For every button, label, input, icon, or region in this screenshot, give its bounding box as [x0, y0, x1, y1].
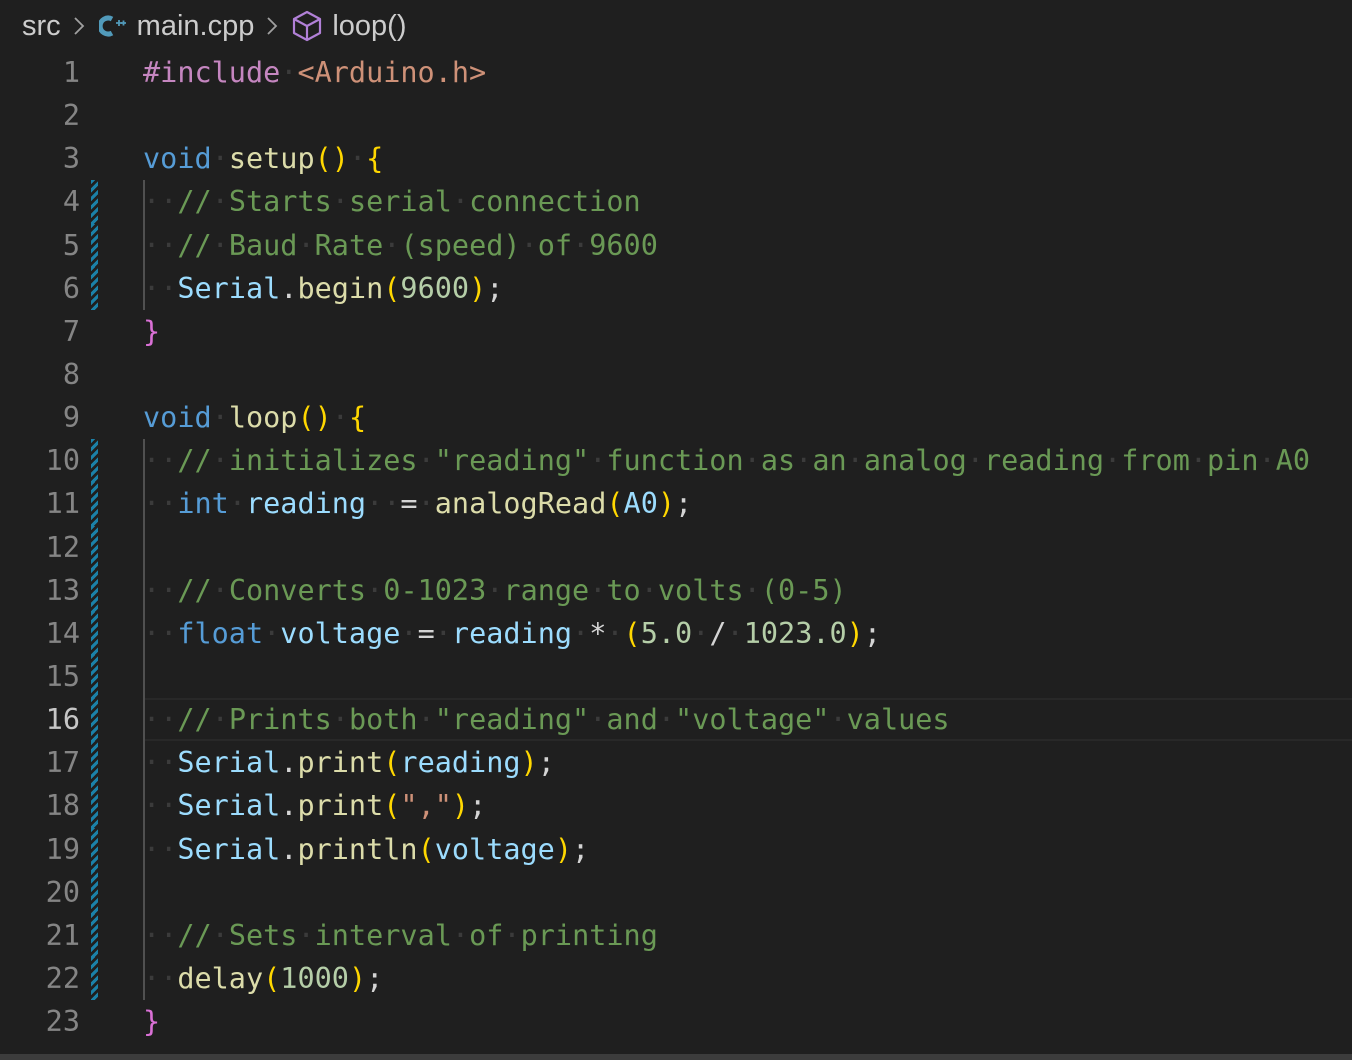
breadcrumb-symbol[interactable]: loop() [332, 10, 406, 43]
modified-line-gutter-marker[interactable] [91, 784, 98, 828]
code-line[interactable]: 10 ··//·initializes·"reading"·function·as… [0, 439, 1352, 483]
line-number: 23 [45, 1005, 80, 1039]
line-number: 21 [45, 918, 80, 952]
modified-line-gutter-marker[interactable] [91, 827, 98, 871]
code-editor[interactable]: 1 #include·<Arduino.h> 2 3 void·setup()·{4 ··… [0, 51, 1352, 1043]
line-number: 19 [45, 832, 80, 866]
code-text: ··delay(1000); [143, 961, 384, 995]
code-line[interactable]: 22 ··delay(1000); [0, 956, 1352, 1001]
breadcrumb: src main.cpp loop() [22, 6, 407, 46]
line-number: 20 [45, 875, 80, 909]
code-line[interactable]: 9 void·loop()·{ [0, 396, 1352, 439]
code-line[interactable]: 17 ··Serial.print(reading); [0, 741, 1352, 785]
line-number: 8 [62, 357, 80, 391]
code-text: void·setup()·{ [143, 142, 384, 176]
code-text: #include·<Arduino.h> [143, 56, 487, 89]
modified-line-gutter-marker[interactable] [91, 870, 98, 914]
code-line[interactable]: 2 [0, 94, 1352, 137]
code-text: ··//·Baud·Rate·(speed)·of·9600 [143, 228, 658, 262]
code-text: ··int·reading··=·analogRead(A0); [143, 487, 693, 521]
line-number: 17 [45, 746, 80, 780]
line-number: 1 [62, 56, 80, 89]
code-line[interactable]: 13 ··//·Converts·0-1023·range·to·volts·(0… [0, 568, 1352, 612]
breadcrumb-file[interactable]: main.cpp [137, 10, 255, 43]
method-cube-icon [292, 10, 322, 42]
code-line[interactable]: 3 void·setup()·{ [0, 137, 1352, 180]
code-line[interactable]: 14 ··float·voltage·=·reading·*·(5.0·/·102… [0, 611, 1352, 655]
chevron-right-icon [73, 16, 85, 36]
line-number: 16 [45, 703, 80, 737]
code-text: ··Serial.print(reading); [143, 746, 555, 780]
code-line[interactable]: 7} [0, 310, 1352, 353]
code-text: void·loop()·{ [143, 401, 367, 435]
code-line[interactable]: 15 [0, 654, 1352, 699]
line-number: 11 [45, 487, 80, 521]
modified-line-gutter-marker[interactable] [91, 611, 98, 655]
code-text: ··float·voltage·=·reading·*·(5.0·/·1023.… [143, 616, 882, 650]
line-number: 7 [62, 314, 80, 348]
code-line[interactable]: 21 ··//·Sets·interval·of·printing [0, 913, 1352, 957]
modified-line-gutter-marker[interactable] [91, 913, 98, 957]
indent-guide [143, 870, 145, 914]
line-number: 2 [62, 99, 80, 133]
code-text: ··Serial.println(voltage); [143, 832, 590, 866]
line-number: 5 [62, 228, 80, 262]
modified-line-gutter-marker[interactable] [91, 180, 98, 224]
modified-line-gutter-marker[interactable] [91, 741, 98, 785]
code-line[interactable]: 1 #include·<Arduino.h> [0, 51, 1352, 94]
code-line[interactable]: 19 ··Serial.println(voltage); [0, 827, 1352, 871]
code-text: ··//·Converts·0-1023·range·to·volts·(0-5… [143, 573, 847, 607]
indent-guide [143, 654, 145, 699]
modified-line-gutter-marker[interactable] [91, 698, 98, 742]
code-text: ··//·Starts·serial·connection [143, 185, 641, 219]
modified-line-gutter-marker[interactable] [91, 223, 98, 267]
code-line[interactable]: 6 ··Serial.begin(9600); [0, 266, 1352, 310]
code-line[interactable]: 4 ··//·Starts·serial·connection [0, 180, 1352, 224]
modified-line-gutter-marker[interactable] [91, 266, 98, 310]
indent-guide [143, 525, 145, 569]
line-number: 13 [45, 573, 80, 607]
code-text: ··//·initializes·"reading"·function·as·a… [143, 444, 1311, 478]
code-text: } [143, 1005, 161, 1039]
cpp-file-icon [98, 14, 127, 38]
code-line[interactable]: 23} [0, 1000, 1352, 1043]
modified-line-gutter-marker[interactable] [91, 525, 98, 569]
line-number: 12 [45, 530, 80, 564]
code-line[interactable]: 11 ··int·reading··=·analogRead(A0); [0, 482, 1352, 526]
code-line[interactable]: 8 [0, 353, 1352, 396]
code-line[interactable]: 18 ··Serial.print(","); [0, 784, 1352, 828]
line-number: 10 [45, 444, 80, 478]
code-line[interactable]: 20 [0, 870, 1352, 914]
modified-line-gutter-marker[interactable] [91, 439, 98, 483]
line-number: 6 [62, 271, 80, 305]
modified-line-gutter-marker[interactable] [91, 956, 98, 1001]
line-number: 3 [62, 142, 80, 176]
code-text: ··//·Sets·interval·of·printing [143, 918, 658, 952]
chevron-right-icon [266, 16, 278, 36]
line-number: 14 [45, 616, 80, 650]
code-text: } [143, 314, 161, 348]
modified-line-gutter-marker[interactable] [91, 482, 98, 526]
line-number: 18 [45, 789, 80, 823]
horizontal-scrollbar[interactable] [0, 1054, 1352, 1060]
code-text: ··Serial.begin(9600); [143, 271, 504, 305]
line-number: 15 [45, 659, 80, 693]
code-line[interactable]: 5 ··//·Baud·Rate·(speed)·of·9600 [0, 223, 1352, 267]
line-number: 4 [62, 185, 80, 219]
line-number: 9 [62, 401, 80, 435]
code-line[interactable]: 12 [0, 525, 1352, 569]
modified-line-gutter-marker[interactable] [91, 568, 98, 612]
code-text: ··Serial.print(","); [143, 789, 487, 823]
line-number: 22 [45, 961, 80, 995]
code-line[interactable]: 16 ··//·Prints·both·"reading"·and·"voltag… [0, 698, 1352, 742]
breadcrumb-folder[interactable]: src [22, 10, 61, 43]
code-text: ··//·Prints·both·"reading"·and·"voltage"… [143, 703, 950, 737]
modified-line-gutter-marker[interactable] [91, 654, 98, 699]
